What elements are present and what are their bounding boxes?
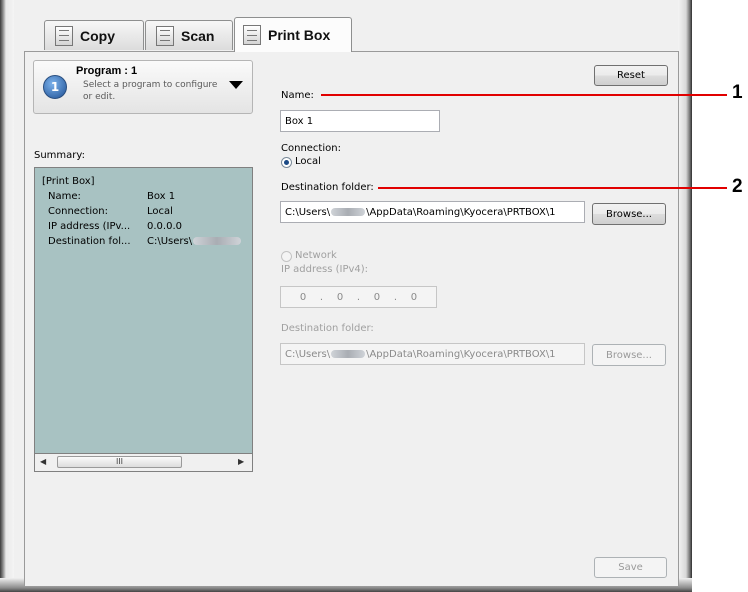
network-destination-folder-field[interactable]: C:\Users\ \AppData\Roaming\Kyocera\PRTBOX… [280,343,585,365]
scroll-left-arrow-icon[interactable]: ◀ [40,457,46,466]
summary-key: Connection: [48,206,108,217]
destination-folder-label: Destination folder: [281,182,374,193]
program-title: Program : 1 [76,65,138,77]
network-radio[interactable] [281,251,292,262]
network-browse-button[interactable]: Browse... [592,344,666,366]
program-number-badge: 1 [43,75,67,99]
summary-label: Summary: [34,150,85,161]
path-prefix: C:\Users\ [285,206,331,218]
print-box-icon [243,25,261,45]
redacted-blur [331,350,366,358]
browse-button[interactable]: Browse... [592,203,666,225]
summary-key: Destination fol... [48,236,131,247]
ip-octet: 0 [299,291,307,303]
window-frame-right [678,0,692,592]
program-selector[interactable]: 1 Program : 1 Select a program to config… [33,60,253,114]
summary-value: Box 1 [147,191,176,202]
name-field[interactable]: Box 1 [280,110,440,132]
callout-2: 2 [732,176,743,197]
tab-copy[interactable]: Copy [44,20,144,50]
scroll-thumb[interactable]: III [57,456,182,468]
save-button[interactable]: Save [594,557,667,578]
ip-dot-separator: . [319,291,324,303]
tab-print-box-label: Print Box [268,27,331,43]
ip-address-label: IP address (IPv4): [281,264,369,275]
scan-icon [156,25,174,46]
tab-print-box[interactable]: Print Box [234,17,352,52]
network-radio-label: Network [295,250,337,261]
radio-selected-dot [284,160,289,165]
ip-dot-separator: . [393,291,398,303]
path-prefix: C:\Users\ [285,348,331,360]
local-radio-label: Local [295,156,321,167]
summary-value: 0.0.0.0 [147,221,182,232]
redacted-blur [331,208,366,216]
connection-label: Connection: [281,143,341,154]
summary-value: Local [147,206,173,217]
redacted-blur [193,237,242,245]
name-label: Name: [281,90,314,101]
callout-line-2 [378,187,727,189]
summary-section: [Print Box] [42,176,95,187]
path-suffix: \AppData\Roaming\Kyocera\PRTBOX\1 [366,348,556,360]
copy-icon [55,25,73,46]
summary-box: [Print Box] Name: Box 1 Connection: Loca… [34,167,253,454]
local-radio[interactable] [281,157,292,168]
summary-key: Name: [48,191,81,202]
ip-address-field[interactable]: 0. 0. 0. 0 [280,286,437,308]
callout-line-1 [321,94,727,96]
destination-folder-field[interactable]: C:\Users\ \AppData\Roaming\Kyocera\PRTBOX… [280,201,585,223]
summary-value-row: C:\Users\ [147,236,242,247]
reset-button[interactable]: Reset [594,65,668,86]
ip-octet: 0 [373,291,381,303]
tab-scan[interactable]: Scan [145,20,233,50]
ip-octet: 0 [410,291,418,303]
path-suffix: \AppData\Roaming\Kyocera\PRTBOX\1 [366,206,556,218]
callout-1: 1 [732,82,743,103]
summary-horizontal-scrollbar[interactable]: ◀ III ▶ [34,454,253,472]
program-description: Select a program to configure or edit. [83,80,218,102]
tab-copy-label: Copy [80,27,115,44]
summary-key: IP address (IPv... [48,221,131,232]
network-destination-folder-label: Destination folder: [281,323,374,334]
summary-value: C:\Users\ [147,236,193,247]
dropdown-arrow-icon[interactable] [229,81,243,89]
scroll-right-arrow-icon[interactable]: ▶ [238,457,244,466]
ip-octet: 0 [336,291,344,303]
ip-dot-separator: . [356,291,361,303]
tab-scan-label: Scan [181,27,215,44]
window-frame-left [0,0,14,592]
